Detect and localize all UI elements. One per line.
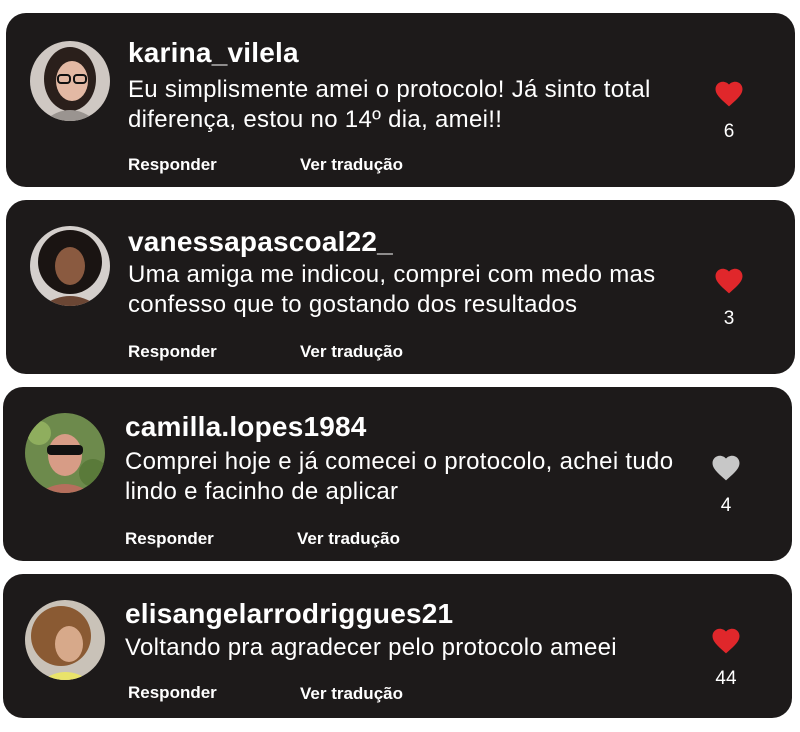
like-group: 6 — [709, 80, 749, 143]
translate-button[interactable]: Ver tradução — [297, 529, 400, 549]
comment-username[interactable]: karina_vilela — [128, 37, 299, 69]
like-count: 4 — [720, 495, 732, 516]
heart-icon[interactable] — [714, 267, 744, 294]
comment-text: Voltando pra agradecer pelo protocolo am… — [125, 634, 617, 661]
avatar[interactable] — [30, 226, 110, 306]
comment-card: elisangelarrodriggues21 Voltando pra agr… — [3, 574, 792, 718]
translate-button[interactable]: Ver tradução — [300, 342, 403, 362]
avatar[interactable] — [30, 41, 110, 121]
reply-button[interactable]: Responder — [125, 529, 214, 549]
avatar[interactable] — [25, 600, 105, 680]
heart-icon[interactable] — [711, 454, 741, 481]
reply-button[interactable]: Responder — [128, 155, 217, 175]
comment-text: Comprei hoje e já comecei o protocolo, a… — [125, 448, 674, 505]
comment-card: vanessapascoal22_ Uma amiga me indicou, … — [6, 200, 795, 374]
heart-icon[interactable] — [714, 80, 744, 107]
like-count: 3 — [723, 308, 735, 329]
comment-card: karina_vilela Eu simplismente amei o pro… — [6, 13, 795, 187]
like-group: 3 — [709, 267, 749, 330]
reply-button[interactable]: Responder — [128, 683, 217, 703]
like-count: 6 — [723, 121, 735, 142]
avatar[interactable] — [25, 413, 105, 493]
like-count: 44 — [715, 668, 737, 689]
comment-username[interactable]: elisangelarrodriggues21 — [125, 598, 453, 630]
heart-icon[interactable] — [711, 627, 741, 654]
comment-text: Uma amiga me indicou, comprei com medo m… — [128, 261, 656, 318]
comment-username[interactable]: vanessapascoal22_ — [128, 226, 393, 258]
like-group: 44 — [706, 627, 746, 690]
comment-username[interactable]: camilla.lopes1984 — [125, 411, 367, 443]
like-group: 4 — [706, 454, 746, 517]
comment-card: camilla.lopes1984 Comprei hoje e já come… — [3, 387, 792, 561]
translate-button[interactable]: Ver tradução — [300, 684, 403, 704]
reply-button[interactable]: Responder — [128, 342, 217, 362]
translate-button[interactable]: Ver tradução — [300, 155, 403, 175]
comment-text: Eu simplismente amei o protocolo! Já sin… — [128, 76, 651, 133]
